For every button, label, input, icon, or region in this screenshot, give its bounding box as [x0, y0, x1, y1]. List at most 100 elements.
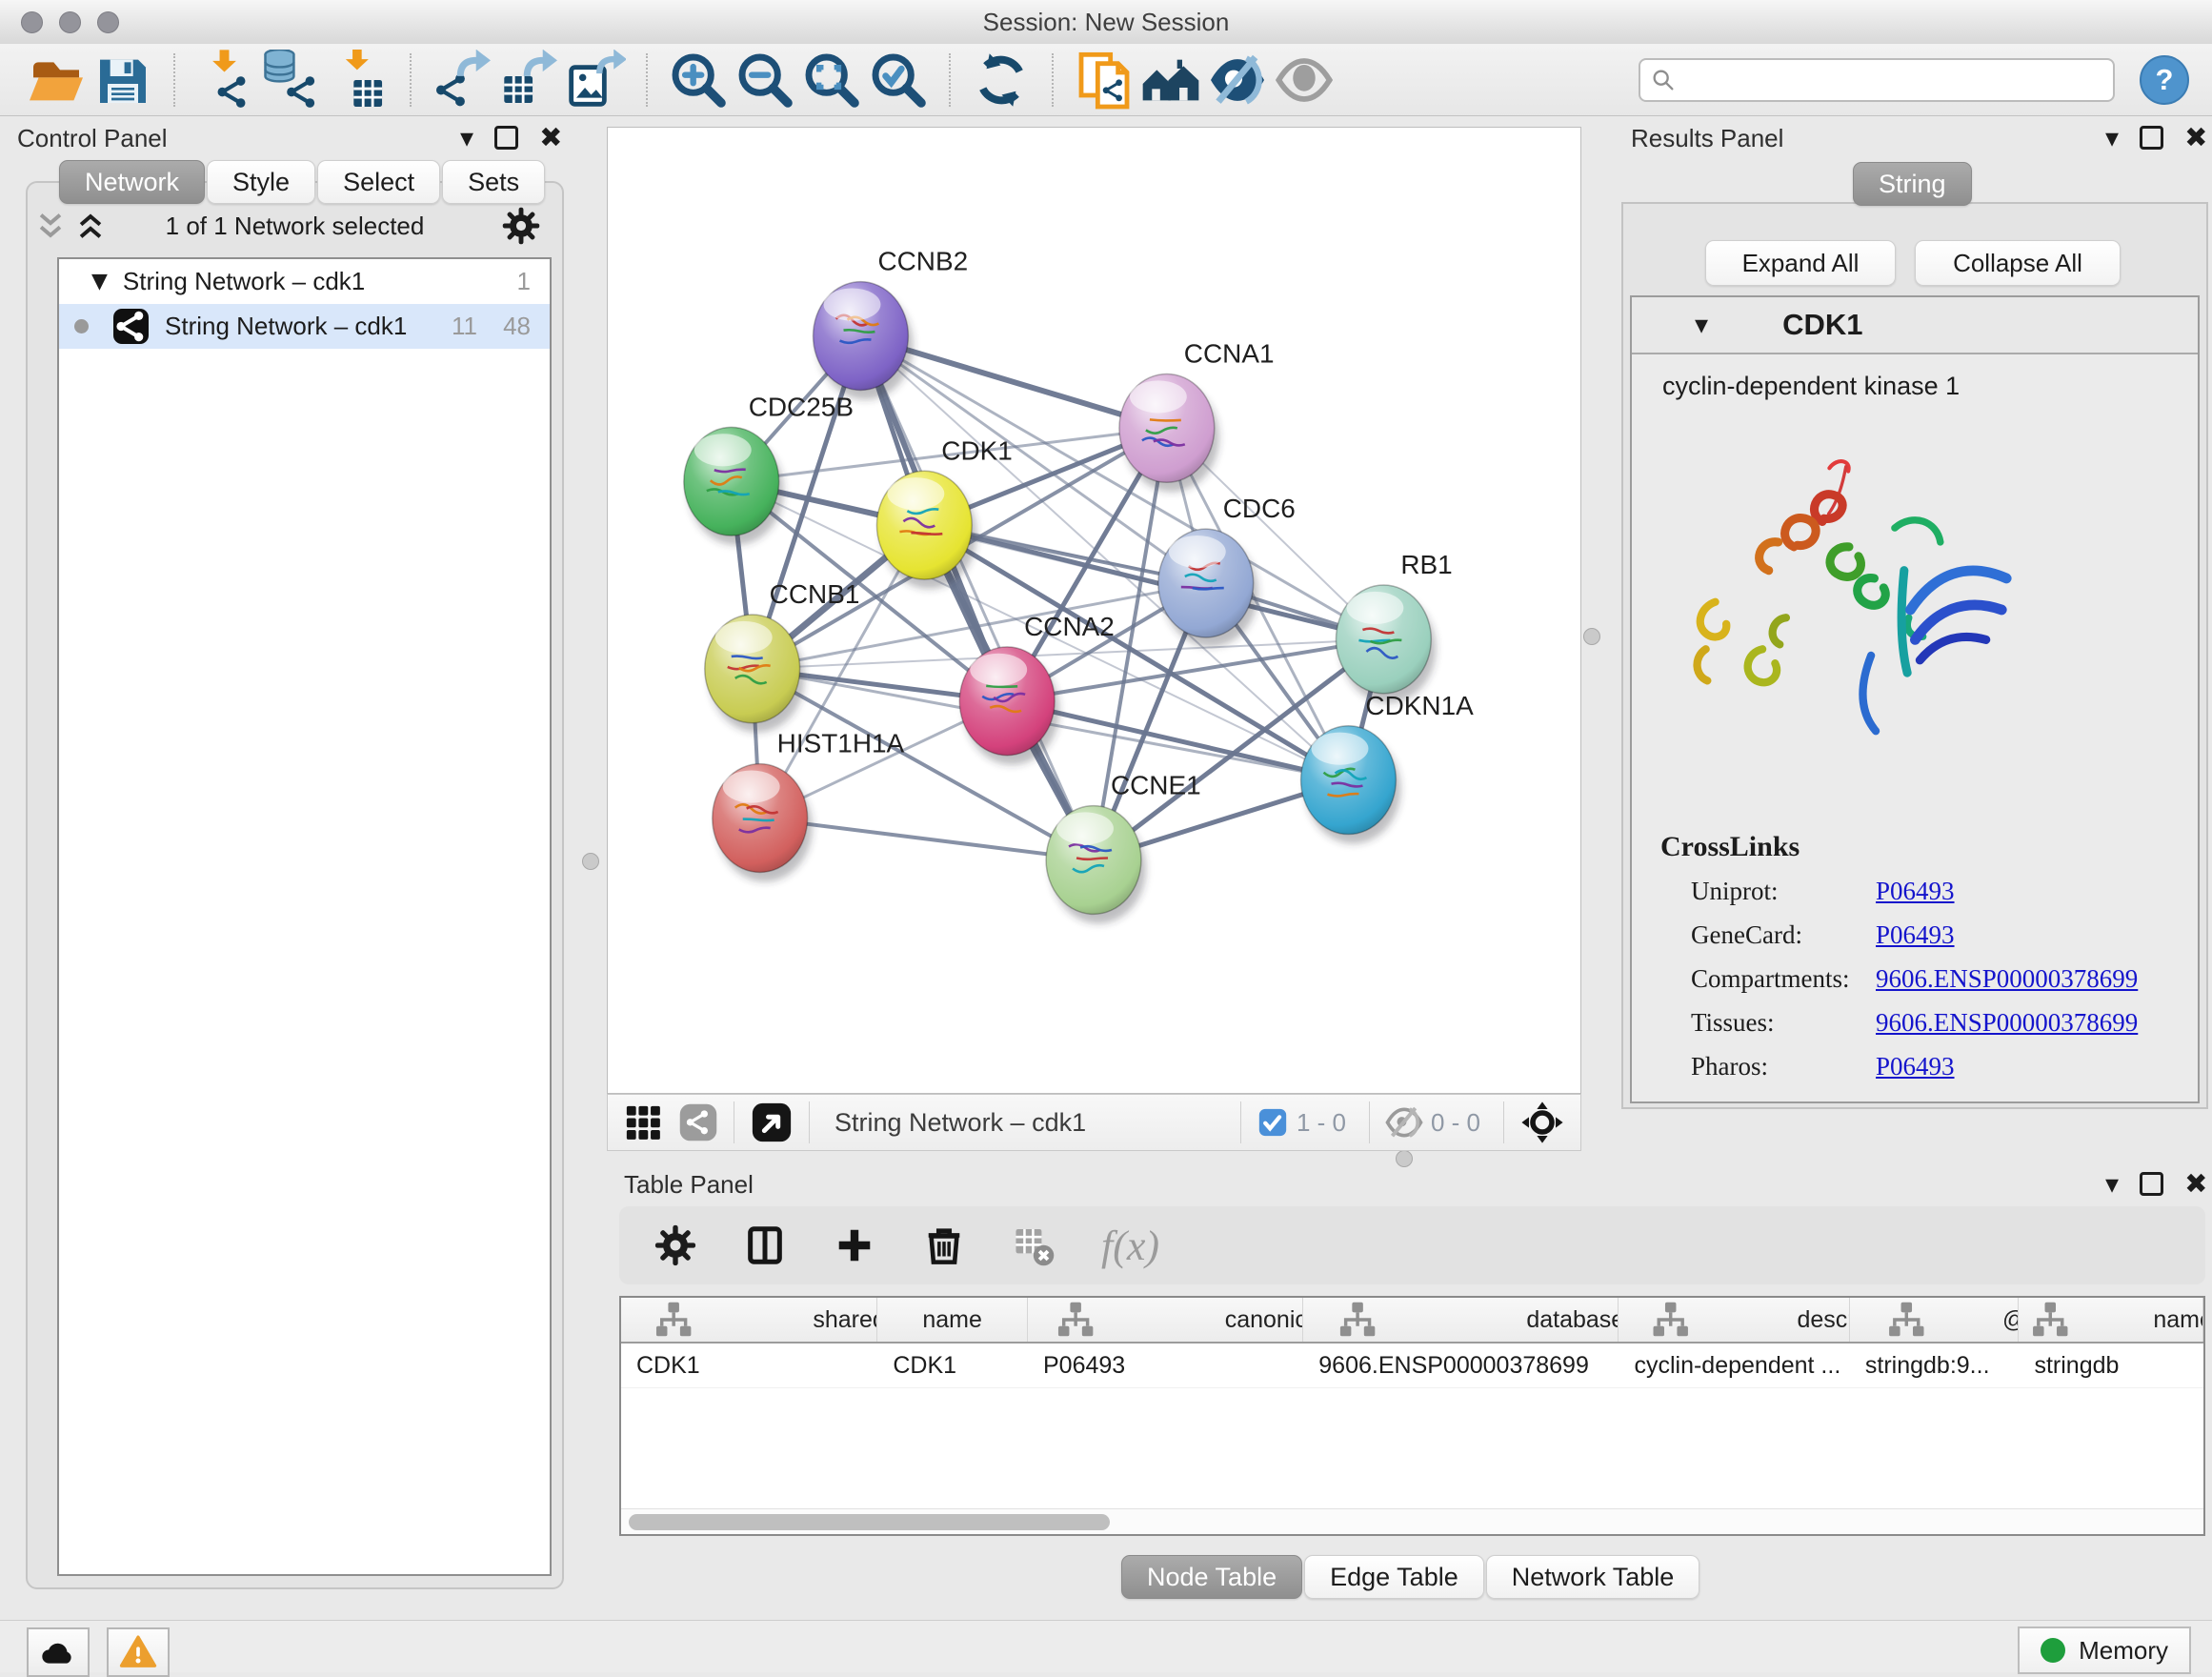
table-cell[interactable]: CDK1	[877, 1344, 1028, 1387]
network-node-CCNA1[interactable]: CCNA1	[1119, 339, 1275, 493]
refresh-view-button[interactable]	[971, 50, 1032, 111]
table-row[interactable]: CDK1CDK1P064939606.ENSP00000378699cyclin…	[621, 1344, 2203, 1388]
column-header-namespac[interactable]: namespac	[2019, 1298, 2203, 1342]
network-node-CDKN1A[interactable]: CDKN1A	[1301, 691, 1475, 844]
float-panel-icon[interactable]: ▾	[2105, 125, 2119, 152]
column-header-shared-name[interactable]: shared name	[621, 1298, 877, 1342]
close-panel-icon[interactable]: ✖	[2184, 1170, 2207, 1198]
search-input[interactable]	[1639, 58, 2115, 102]
network-share-icon	[678, 1102, 718, 1142]
zoom-in-button[interactable]	[668, 50, 729, 111]
import-network-file-button[interactable]	[195, 50, 256, 111]
show-graphics-details-button[interactable]	[1274, 50, 1335, 111]
help-button[interactable]: ?	[2140, 55, 2189, 105]
network-node-RB1[interactable]: RB1	[1336, 550, 1452, 703]
expand-all-button[interactable]: Expand All	[1705, 240, 1896, 286]
table-settings-gear-icon[interactable]	[654, 1223, 697, 1267]
tab-sets[interactable]: Sets	[442, 160, 545, 204]
birdseye-view-toggle-icon[interactable]	[750, 1101, 794, 1144]
network-row[interactable]: String Network – cdk1 11 48	[59, 304, 550, 349]
collapse-collection-icon[interactable]: ▼	[91, 270, 108, 293]
open-session-button[interactable]	[26, 50, 87, 111]
save-session-button[interactable]	[92, 50, 153, 111]
network-graph[interactable]: CCNB2 CCNA1 CDC25B CDK1 CDC6	[608, 128, 1580, 1093]
tab-edge-table[interactable]: Edge Table	[1304, 1555, 1484, 1599]
delete-columns-trash-icon[interactable]	[922, 1223, 966, 1267]
table-cell[interactable]: 9606.ENSP00000378699	[1303, 1344, 1619, 1387]
task-warning-button[interactable]	[107, 1627, 170, 1677]
export-network-button[interactable]	[432, 50, 493, 111]
show-columns-icon[interactable]	[743, 1223, 787, 1267]
network-edge-count: 48	[477, 312, 531, 341]
network-node-HIST1H1A[interactable]: HIST1H1A	[713, 729, 905, 882]
crosslink-label: Compartments:	[1691, 964, 1849, 994]
close-panel-icon[interactable]: ✖	[2184, 124, 2207, 152]
node-label-CDKN1A: CDKN1A	[1365, 691, 1474, 720]
float-panel-icon[interactable]: ▾	[460, 125, 473, 152]
network-node-CCNB1[interactable]: CCNB1	[705, 579, 860, 733]
crosslink-link[interactable]: P06493	[1876, 1052, 1955, 1081]
network-node-CCNE1[interactable]: CCNE1	[1046, 771, 1201, 924]
tab-style[interactable]: Style	[207, 160, 315, 204]
network-collection-row[interactable]: ▼ String Network – cdk1 1	[59, 259, 550, 304]
network-view-title: String Network – cdk1	[835, 1108, 1086, 1138]
crosslink-link[interactable]: 9606.ENSP00000378699	[1876, 964, 2138, 994]
maximize-panel-icon[interactable]	[2140, 126, 2163, 150]
network-canvas[interactable]: CCNB2 CCNA1 CDC25B CDK1 CDC6	[607, 127, 1581, 1094]
left-splitter-handle[interactable]	[582, 853, 599, 870]
maximize-panel-icon[interactable]	[2140, 1172, 2163, 1196]
network-node-CCNB2[interactable]: CCNB2	[814, 247, 969, 400]
collapse-all-button[interactable]: Collapse All	[1915, 240, 2121, 286]
maximize-panel-icon[interactable]	[494, 126, 518, 150]
column-header-name[interactable]: name	[877, 1298, 1028, 1342]
network-node-CDC6[interactable]: CDC6	[1158, 494, 1296, 647]
tab-string[interactable]: String	[1853, 162, 1972, 206]
zoom-selected-button[interactable]	[868, 50, 929, 111]
column-header--id[interactable]: @id	[1850, 1298, 2020, 1342]
crosslink-link[interactable]: P06493	[1876, 920, 1955, 950]
export-table-button[interactable]	[498, 50, 559, 111]
cloud-icon	[39, 1633, 77, 1671]
table-cell[interactable]: stringdb	[2019, 1344, 2203, 1387]
node-label-CCNA2: CCNA2	[1024, 612, 1115, 641]
collapse-section-icon[interactable]: ▾	[1695, 312, 1708, 338]
tab-network[interactable]: Network	[59, 160, 205, 204]
table-cell[interactable]: CDK1	[621, 1344, 877, 1387]
column-header-database-identifier[interactable]: database identifier	[1303, 1298, 1619, 1342]
zoom-out-button[interactable]	[734, 50, 795, 111]
scrollbar-thumb[interactable]	[629, 1514, 1110, 1530]
selected-checkbox-icon[interactable]	[1257, 1106, 1289, 1139]
tab-select[interactable]: Select	[317, 160, 440, 204]
table-cell[interactable]: cyclin-dependent ...	[1619, 1344, 1849, 1387]
table-cell[interactable]: P06493	[1028, 1344, 1303, 1387]
memory-button[interactable]: Memory	[2018, 1626, 2191, 1674]
manage-views-grid-icon[interactable]	[623, 1102, 663, 1142]
table-horizontal-scrollbar[interactable]	[621, 1508, 2203, 1534]
network-options-gear-icon[interactable]	[501, 206, 541, 246]
tab-node-table[interactable]: Node Table	[1121, 1555, 1302, 1599]
create-column-plus-icon[interactable]	[833, 1223, 876, 1267]
right-splitter-handle[interactable]	[1583, 628, 1600, 645]
clone-network-button[interactable]	[1074, 50, 1135, 111]
first-neighbors-button[interactable]	[1140, 50, 1201, 111]
hide-selected-button[interactable]	[1207, 50, 1268, 111]
table-cell[interactable]: stringdb:9...	[1850, 1344, 2020, 1387]
zoom-fit-button[interactable]	[801, 50, 862, 111]
horizontal-splitter-handle[interactable]	[1396, 1150, 1413, 1167]
node-table[interactable]: shared name name canonical name database…	[619, 1296, 2205, 1536]
column-header-canonical-name[interactable]: canonical name	[1028, 1298, 1303, 1342]
export-image-button[interactable]	[565, 50, 626, 111]
close-panel-icon[interactable]: ✖	[539, 124, 562, 152]
crosslink-link[interactable]: 9606.ENSP00000378699	[1876, 1008, 2138, 1038]
cdk1-section-header[interactable]: ▾ CDK1	[1632, 297, 2198, 354]
crosslinks-heading: CrossLinks	[1660, 831, 1800, 863]
fit-content-crosshair-icon[interactable]	[1519, 1100, 1565, 1145]
hidden-eye-slash-icon[interactable]	[1385, 1103, 1423, 1142]
cloud-status-button[interactable]	[27, 1627, 90, 1677]
crosslink-link[interactable]: P06493	[1876, 877, 1955, 906]
import-table-file-button[interactable]	[329, 50, 390, 111]
column-header-description[interactable]: description	[1619, 1298, 1849, 1342]
float-panel-icon[interactable]: ▾	[2105, 1171, 2119, 1198]
tab-network-table[interactable]: Network Table	[1486, 1555, 1700, 1599]
import-network-database-button[interactable]	[262, 50, 323, 111]
